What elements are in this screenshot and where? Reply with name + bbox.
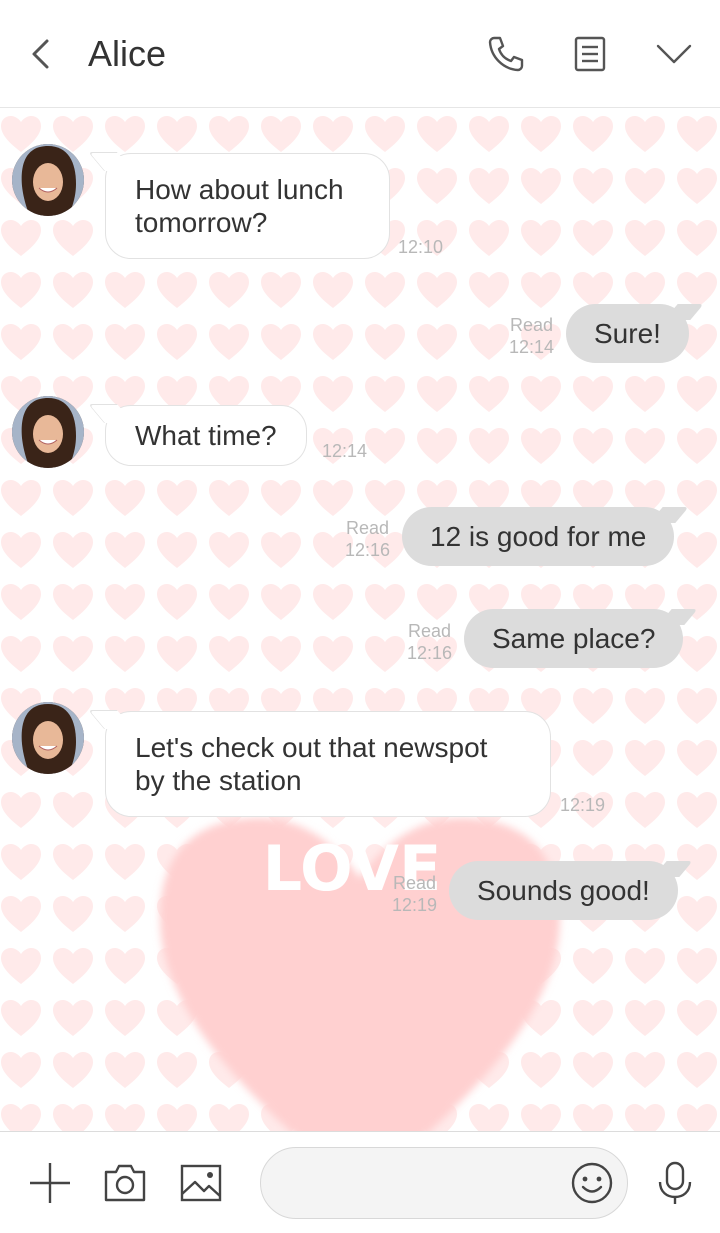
- message-time: 12:16: [345, 540, 391, 560]
- message-time: 12:14: [509, 337, 555, 357]
- message-bubble-outgoing[interactable]: 12 is good for me: [402, 507, 675, 566]
- message-text: Let's check out that newspot by the stat…: [135, 732, 488, 796]
- camera-button[interactable]: [103, 1160, 147, 1209]
- message-status: Read 12:14: [509, 314, 554, 358]
- chat-header: Alice: [0, 0, 720, 108]
- message-text: 12 is good for me: [430, 521, 647, 552]
- phone-icon: [488, 36, 524, 72]
- message-bubble-outgoing[interactable]: Same place?: [464, 609, 684, 668]
- contact-avatar-image: [12, 702, 84, 774]
- chat-area[interactable]: LOVE How about lunch tomorrow? 12:10 Rea…: [0, 108, 720, 1131]
- plus-icon: [30, 1163, 70, 1203]
- message-text: What time?: [135, 420, 277, 451]
- avatar[interactable]: [12, 396, 84, 468]
- menu-toggle-button[interactable]: [652, 32, 696, 76]
- avatar[interactable]: [12, 702, 84, 774]
- contact-avatar-image: [12, 144, 84, 216]
- message-time: 12:19: [560, 795, 606, 815]
- back-button[interactable]: [22, 32, 62, 76]
- read-status: Read: [510, 315, 554, 335]
- chevron-down-icon: [656, 44, 692, 64]
- message-bubble-outgoing[interactable]: Sure!: [566, 304, 689, 363]
- emoji-icon: [571, 1162, 613, 1204]
- message-text: Sounds good!: [477, 875, 650, 906]
- image-icon: [180, 1164, 222, 1202]
- message-status: Read 12:16: [345, 517, 390, 561]
- read-status: Read: [393, 873, 437, 893]
- message-status: Read 12:19: [392, 872, 437, 916]
- message-time: 12:19: [392, 895, 438, 915]
- chat-title: Alice: [88, 33, 167, 74]
- camera-icon: [104, 1164, 146, 1202]
- contact-avatar-image: [12, 396, 84, 468]
- message-text: How about lunch tomorrow?: [135, 174, 344, 238]
- emoji-button[interactable]: [570, 1161, 614, 1210]
- message-time: 12:10: [398, 237, 444, 257]
- voice-button[interactable]: [653, 1160, 697, 1211]
- love-heart-graphic: LOVE: [160, 818, 560, 1131]
- gallery-button[interactable]: [179, 1161, 223, 1210]
- call-button[interactable]: [484, 32, 528, 76]
- notes-icon: [574, 36, 606, 72]
- message-text: Same place?: [492, 623, 656, 654]
- notes-button[interactable]: [568, 32, 612, 76]
- read-status: Read: [408, 621, 452, 641]
- message-bubble-incoming[interactable]: What time?: [105, 405, 307, 466]
- read-status: Read: [346, 518, 390, 538]
- message-time: 12:14: [322, 441, 368, 461]
- message-status: Read 12:16: [407, 620, 452, 664]
- mic-icon: [658, 1161, 692, 1204]
- avatar[interactable]: [12, 144, 84, 216]
- message-bubble-outgoing[interactable]: Sounds good!: [449, 861, 678, 920]
- back-icon: [32, 39, 49, 69]
- message-bubble-incoming[interactable]: How about lunch tomorrow?: [105, 153, 390, 259]
- message-text: Sure!: [594, 318, 661, 349]
- add-attachment-button[interactable]: [28, 1161, 72, 1210]
- message-time: 12:16: [407, 643, 453, 663]
- message-bubble-incoming[interactable]: Let's check out that newspot by the stat…: [105, 711, 551, 817]
- composer-bar: [0, 1131, 720, 1233]
